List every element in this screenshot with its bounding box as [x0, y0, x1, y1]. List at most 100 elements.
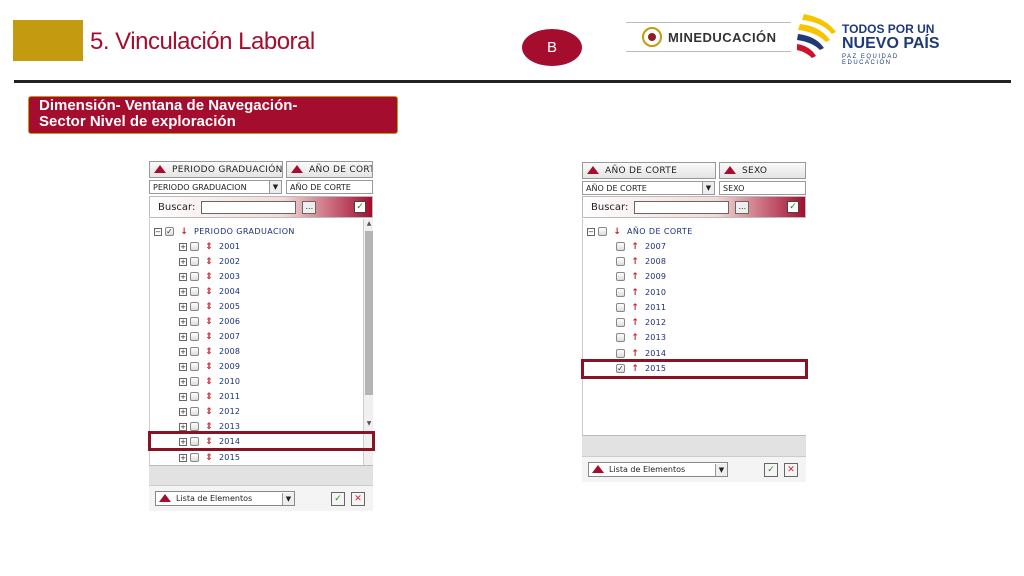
level-select-ano[interactable]: AÑO DE CORTE — [286, 180, 373, 194]
tab-label: SEXO — [742, 165, 768, 176]
confirm-button[interactable]: ✓ — [764, 462, 778, 477]
scroll-down-icon[interactable]: ▼ — [364, 419, 373, 429]
expand-icon[interactable]: + — [179, 272, 187, 281]
checkbox[interactable] — [616, 333, 625, 342]
list-item[interactable]: + ⇕ 2010 — [179, 374, 240, 389]
checkbox[interactable] — [190, 332, 199, 341]
drill-updown-icon: ⇕ — [205, 361, 213, 372]
drill-updown-icon: ⇕ — [205, 316, 213, 327]
expand-icon[interactable]: + — [179, 287, 187, 296]
checkbox[interactable] — [616, 272, 625, 281]
scroll-up-icon[interactable]: ▲ — [364, 219, 373, 229]
more-options-button[interactable]: ... — [735, 200, 750, 214]
tree-root[interactable]: − ↓ AÑO DE CORTE — [587, 224, 693, 239]
list-item[interactable]: ↑ 2011 — [616, 300, 666, 315]
checkbox[interactable] — [190, 317, 199, 326]
cancel-button[interactable]: ✕ — [784, 462, 798, 477]
tab-ano-de-corte[interactable]: AÑO DE CORTE — [582, 162, 716, 179]
collapse-icon[interactable]: − — [587, 227, 595, 236]
checkbox[interactable] — [616, 349, 625, 358]
arrow-up-icon: ↑ — [631, 348, 639, 359]
expand-icon[interactable]: + — [179, 242, 187, 251]
list-item[interactable]: ↑ 2007 — [616, 239, 666, 254]
list-item[interactable]: + ⇕ 2007 — [179, 329, 240, 344]
checkbox[interactable] — [616, 288, 625, 297]
todos-por-un-nuevo-pais-logo: TODOS POR UN NUEVO PAÍS PAZ EQUIDAD EDUC… — [796, 10, 946, 66]
expand-icon[interactable]: + — [179, 407, 187, 416]
checkbox[interactable] — [190, 392, 199, 401]
tab-periodo-graduacion[interactable]: PERIODO GRADUACIÓN — [149, 161, 283, 178]
gold-block — [13, 20, 83, 61]
tab-ano-de-corte[interactable]: AÑO DE CORTE — [286, 161, 373, 178]
list-item[interactable]: + ⇕ 2004 — [179, 284, 240, 299]
flag-stripes-icon — [797, 14, 836, 58]
expand-icon[interactable]: + — [179, 347, 187, 356]
arrow-up-icon: ↑ — [631, 271, 639, 282]
display-mode-select[interactable]: Lista de Elementos ▼ — [155, 491, 295, 506]
list-item[interactable]: + ⇕ 2012 — [179, 404, 240, 419]
list-item[interactable]: ↑ 2013 — [616, 330, 666, 345]
checkbox[interactable] — [190, 242, 199, 251]
level-select-sexo[interactable]: SEXO — [719, 181, 806, 195]
checkbox[interactable] — [190, 407, 199, 416]
checkbox[interactable] — [616, 257, 625, 266]
arrow-up-icon: ↑ — [631, 332, 639, 343]
checkbox[interactable] — [598, 227, 607, 236]
checkbox[interactable] — [190, 422, 199, 431]
expand-icon[interactable]: + — [179, 302, 187, 311]
expand-icon[interactable]: + — [179, 453, 187, 462]
checkbox[interactable] — [190, 272, 199, 281]
list-item[interactable]: ↑ 2009 — [616, 269, 666, 284]
list-item[interactable]: ↑ 2012 — [616, 315, 666, 330]
list-item[interactable]: + ⇕ 2001 — [179, 239, 240, 254]
checkbox[interactable] — [616, 318, 625, 327]
list-item[interactable]: + ⇕ 2002 — [179, 254, 240, 269]
checkbox[interactable] — [190, 362, 199, 371]
tree-root[interactable]: − ✓ ↓ PERIODO GRADUACION — [154, 224, 295, 239]
item-label: 2008 — [645, 257, 667, 266]
search-input[interactable] — [634, 200, 730, 214]
collapse-icon[interactable]: − — [154, 227, 162, 236]
checkbox[interactable] — [190, 453, 199, 462]
list-item[interactable]: ↑ 2010 — [616, 285, 666, 300]
arrow-up-icon: ↑ — [631, 287, 639, 298]
display-mode-select[interactable]: Lista de Elementos ▼ — [588, 462, 728, 477]
expand-icon[interactable]: + — [179, 392, 187, 401]
list-item[interactable]: + ⇕ 2015 — [179, 450, 240, 465]
checkbox[interactable] — [190, 347, 199, 356]
cancel-button[interactable]: ✕ — [351, 491, 365, 506]
tree-scrollbar[interactable]: ▲ ▼ — [363, 219, 373, 465]
apply-filter-icon[interactable]: ✓ — [787, 201, 799, 213]
item-label: 2005 — [219, 302, 241, 311]
checkbox[interactable] — [616, 303, 625, 312]
level-select-periodo[interactable]: PERIODO GRADUACION ▼ — [149, 180, 282, 194]
apply-filter-icon[interactable]: ✓ — [354, 201, 366, 213]
expand-icon[interactable]: + — [179, 377, 187, 386]
item-label: 2006 — [219, 317, 241, 326]
list-item[interactable]: ↑ 2008 — [616, 254, 666, 269]
list-item[interactable]: + ⇕ 2009 — [179, 359, 240, 374]
tab-sexo[interactable]: SEXO — [719, 162, 806, 179]
expand-icon[interactable]: + — [179, 257, 187, 266]
expand-icon[interactable]: + — [179, 332, 187, 341]
expand-icon[interactable]: + — [179, 362, 187, 371]
checkbox[interactable] — [190, 287, 199, 296]
list-item[interactable]: + ⇕ 2005 — [179, 299, 240, 314]
checkbox[interactable] — [190, 257, 199, 266]
arrow-down-icon: ↓ — [180, 226, 188, 237]
expand-icon[interactable]: + — [179, 317, 187, 326]
list-item[interactable]: + ⇕ 2006 — [179, 314, 240, 329]
more-options-button[interactable]: ... — [302, 200, 317, 214]
list-item[interactable]: + ⇕ 2008 — [179, 344, 240, 359]
list-item[interactable]: + ⇕ 2003 — [179, 269, 240, 284]
checkbox[interactable]: ✓ — [165, 227, 174, 236]
checkbox[interactable] — [190, 377, 199, 386]
checkbox[interactable] — [616, 242, 625, 251]
expand-icon[interactable]: + — [179, 422, 187, 431]
confirm-button[interactable]: ✓ — [331, 491, 345, 506]
level-select-ano[interactable]: AÑO DE CORTE ▼ — [582, 181, 715, 195]
scroll-thumb[interactable] — [365, 231, 373, 395]
search-input[interactable] — [201, 200, 297, 214]
list-item[interactable]: + ⇕ 2011 — [179, 389, 240, 404]
checkbox[interactable] — [190, 302, 199, 311]
